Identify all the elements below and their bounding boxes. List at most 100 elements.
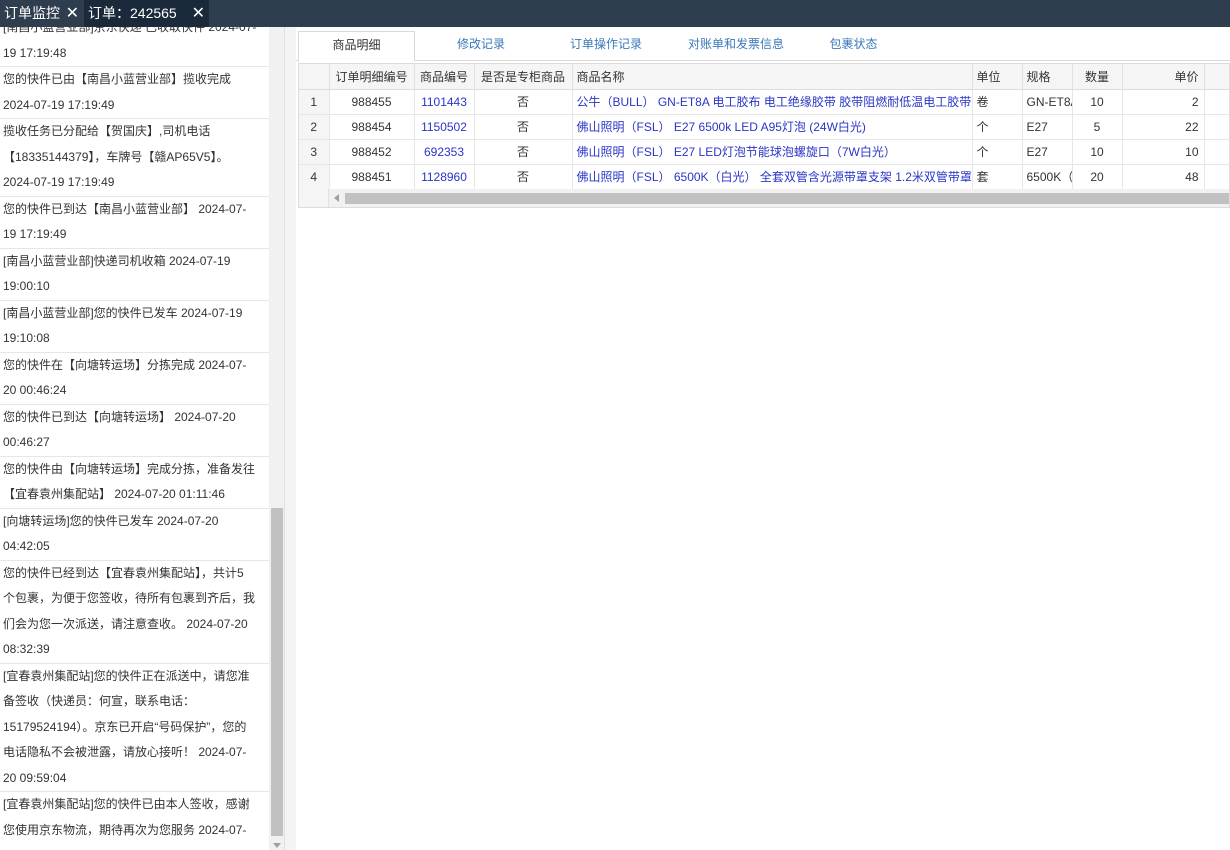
log-line: 2024-07-19 17:19:49 <box>3 175 115 189</box>
log-line: [向塘转运场]您的快件已发车 2024-07-20 <box>3 513 219 528</box>
header-unit[interactable]: 单位 <box>972 64 1023 90</box>
log-entry: [南昌小蓝营业部]您的快件已发车 2024-07-19 19:10:08 <box>0 301 269 353</box>
unit-price-cell: 22 <box>1122 114 1205 140</box>
log-line: 您的快件已到达【向塘转运场】 2024-07-20 <box>3 409 236 424</box>
log-entry: [宜春袁州集配站]您的快件正在派送中，请您准 备签收（快递员：何宣，联系电话： 15… <box>0 664 269 792</box>
quantity-cell: 5 <box>1072 114 1123 140</box>
log-line: 20 13:05:44 <box>3 843 269 850</box>
product-name-link[interactable]: 佛山照明（FSL） E27 6500k LED A95灯泡 (24W白光) <box>572 114 973 140</box>
scrollbar-thumb[interactable] <box>345 193 1229 204</box>
header-quantity[interactable]: 数量 <box>1072 64 1123 90</box>
table-row[interactable]: 3 988452 692353 否佛山照明（FSL） E27 LED灯泡节能球泡螺旋口… <box>299 139 1229 165</box>
log-entry: 您的快件已到达【南昌小蓝营业部】 2024-07- 19 17:19:49 <box>0 197 269 249</box>
spec-cell: 6500K（ <box>1022 164 1073 190</box>
close-icon[interactable]: ✕ <box>66 0 79 27</box>
unit-cell: 卷 <box>972 89 1023 115</box>
unit-price-cell: 2 <box>1122 89 1205 115</box>
header-detail-id[interactable]: 订单明细编号 <box>329 64 415 90</box>
quantity-cell: 20 <box>1072 164 1123 190</box>
filler-cell <box>1204 164 1229 190</box>
log-line: 19 17:19:49 <box>3 227 67 241</box>
tab-order-detail-label: 订单：242565 <box>88 5 177 21</box>
unit-cell: 个 <box>972 139 1023 165</box>
log-line: 备签收（快递员：何宣，联系电话： <box>3 694 196 708</box>
order-detail-pane: 商品明细 修改记录 订单操作记录 对账单和发票信息 包裹状态 订单明细编号 商品… <box>296 27 1230 850</box>
log-line: 00:46:27 <box>3 435 50 449</box>
log-line: [南昌小蓝营业部]京东快递 已收取快件 2024-07- <box>3 27 257 34</box>
header-row-number <box>299 64 330 90</box>
log-line: 您的快件已由【南昌小蓝营业部】揽收完成 <box>3 72 232 86</box>
sku-link[interactable]: 1128960 <box>414 164 475 190</box>
detail-id-cell: 988454 <box>329 114 415 140</box>
scroll-down-icon[interactable] <box>273 843 281 848</box>
product-grid: 订单明细编号 商品编号 是否是专柜商品 商品名称 单位 规格 数量 单价 1 98… <box>298 63 1230 208</box>
spec-cell: E27 <box>1022 139 1073 165</box>
tab-order-operation-log[interactable]: 订单操作记录 <box>546 31 666 61</box>
unit-cell: 套 <box>972 164 1023 190</box>
log-line: 2024-07-19 17:19:49 <box>3 97 115 112</box>
counter-product-cell: 否 <box>474 114 573 140</box>
tab-package-status[interactable]: 包裹状态 <box>811 31 896 61</box>
filler-cell <box>1204 139 1229 165</box>
scrollbar-corner <box>299 189 329 207</box>
header-sku[interactable]: 商品编号 <box>414 64 475 90</box>
tab-statement-invoice[interactable]: 对账单和发票信息 <box>671 31 801 61</box>
log-line: 们会为您一次派送，请注意查收。 2024-07-20 <box>3 616 248 631</box>
table-row[interactable]: 4 988451 1128960 否佛山照明（FSL） 6500K（白光） 全套双管含… <box>299 164 1229 190</box>
table-row[interactable]: 2 988454 1150502 否佛山照明（FSL） E27 6500k LED A… <box>299 114 1229 140</box>
detail-id-cell: 988451 <box>329 164 415 190</box>
scrollbar-thumb[interactable] <box>271 508 283 836</box>
log-line: 15179524194）。京东已开启“号码保护”，您的 <box>3 719 247 734</box>
row-number-cell: 1 <box>299 89 330 115</box>
log-entry: [南昌小蓝营业部]快递司机收箱 2024-07-19 19:00:10 <box>0 249 269 301</box>
log-line: 您的快件已经到达【宜春袁州集配站】，共计5 <box>3 565 244 580</box>
header-unit-price[interactable]: 单价 <box>1122 64 1205 90</box>
product-name-link[interactable]: 公牛（BULL） GN-ET8A 电工胶布 电工绝缘胶带 胶带阻燃耐低温电工胶带 <box>572 89 973 115</box>
log-entry: [向塘转运场]您的快件已发车 2024-07-20 04:42:05 <box>0 509 269 561</box>
tab-order-detail[interactable]: 订单：242565 ✕ <box>84 0 209 27</box>
grid-body: 1 988455 1101443 否公牛（BULL） GN-ET8A 电工胶布 电工绝… <box>299 89 1229 190</box>
sku-link[interactable]: 692353 <box>414 139 475 165</box>
table-row[interactable]: 1 988455 1101443 否公牛（BULL） GN-ET8A 电工胶布 电工绝… <box>299 89 1229 115</box>
log-entry: 您的快件由【向塘转运场】完成分拣，准备发往 【宜春袁州集配站】 2024-07-2… <box>0 457 269 509</box>
log-line: 19:10:08 <box>3 331 50 345</box>
log-line: 【宜春袁州集配站】 2024-07-20 01:11:46 <box>3 487 225 501</box>
row-number-cell: 3 <box>299 139 330 165</box>
log-line: 20 09:59:04 <box>3 770 67 785</box>
sku-link[interactable]: 1101443 <box>414 89 475 115</box>
log-line: 19 17:19:48 <box>3 45 67 60</box>
pane-divider[interactable] <box>285 27 296 850</box>
header-spec[interactable]: 规格 <box>1022 64 1073 90</box>
scroll-left-icon[interactable] <box>334 194 339 202</box>
header-product-name[interactable]: 商品名称 <box>572 64 973 90</box>
product-name-link[interactable]: 佛山照明（FSL） E27 LED灯泡节能球泡螺旋口（7W白光） <box>572 139 973 165</box>
log-line: 04:42:05 <box>3 539 50 553</box>
product-name-link[interactable]: 佛山照明（FSL） 6500K（白光） 全套双管含光源带罩支架 1.2米双管带罩 <box>572 164 973 190</box>
log-line: [南昌小蓝营业部]快递司机收箱 2024-07-19 <box>3 253 231 268</box>
tab-product-details[interactable]: 商品明细 <box>298 31 415 62</box>
header-counter-product[interactable]: 是否是专柜商品 <box>474 64 573 90</box>
close-icon[interactable]: ✕ <box>192 0 205 27</box>
log-line: 您的快件由【向塘转运场】完成分拣，准备发往 <box>3 461 256 476</box>
vertical-scrollbar[interactable] <box>269 27 284 850</box>
log-line: 您的快件已到达【南昌小蓝营业部】 2024-07- <box>3 201 247 216</box>
filler-cell <box>1204 89 1229 115</box>
log-line: 08:32:39 <box>3 642 50 656</box>
detail-tabs: 商品明细 修改记录 订单操作记录 对账单和发票信息 包裹状态 <box>296 31 1230 62</box>
log-entry: [宜春袁州集配站]您的快件已由本人签收，感谢 您使用京东物流，期待再次为您服务 2… <box>0 792 269 850</box>
counter-product-cell: 否 <box>474 89 573 115</box>
top-tab-bar: 订单监控 ✕ 订单：242565 ✕ <box>0 0 1230 27</box>
log-line: 20 00:46:24 <box>3 383 67 397</box>
tab-modify-history[interactable]: 修改记录 <box>426 31 536 61</box>
sku-link[interactable]: 1150502 <box>414 114 475 140</box>
spec-cell: E27 <box>1022 114 1073 140</box>
horizontal-scrollbar[interactable] <box>299 189 1229 207</box>
counter-product-cell: 否 <box>474 164 573 190</box>
log-line: [宜春袁州集配站]您的快件已由本人签收，感谢 <box>3 797 250 811</box>
unit-price-cell: 10 <box>1122 139 1205 165</box>
log-entry: [南昌小蓝营业部]京东快递 已收取快件 2024-07- 19 17:19:48 <box>0 27 269 67</box>
tab-order-monitor[interactable]: 订单监控 ✕ <box>0 0 83 27</box>
log-line: 【18335144379】，车牌号【赣AP65V5】。 <box>3 149 229 164</box>
unit-cell: 个 <box>972 114 1023 140</box>
log-line: 电话隐私不会被泄露，请放心接听！ 2024-07- <box>3 745 247 759</box>
